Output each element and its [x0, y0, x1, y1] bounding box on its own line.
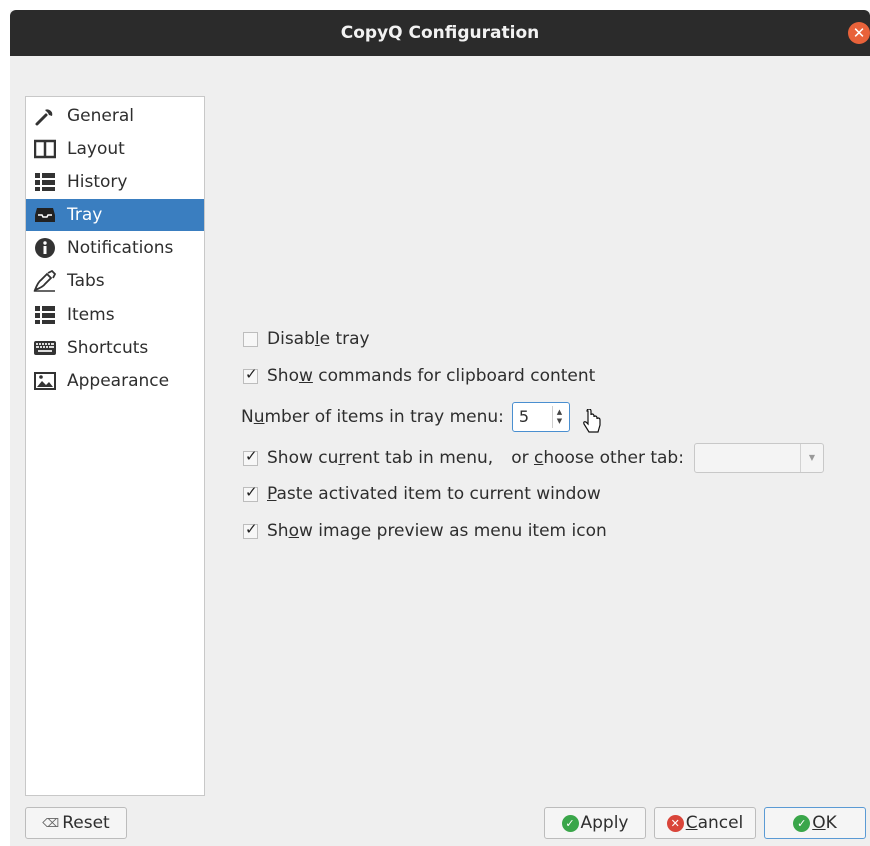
disable-tray-checkbox[interactable]: [243, 331, 258, 347]
ok-button[interactable]: ✓ OK: [764, 807, 866, 839]
check-icon: ✓: [561, 814, 579, 832]
keyboard-icon: [33, 336, 57, 360]
paste-activated-label: Paste activated item to current window: [267, 484, 601, 504]
window-title: CopyQ Configuration: [340, 23, 540, 43]
check-icon: ✓: [793, 814, 811, 832]
sidebar-item-items[interactable]: Items: [26, 299, 204, 331]
sidebar-item-notifications[interactable]: Notifications: [26, 232, 204, 264]
reset-button[interactable]: ⌫ Reset: [25, 807, 127, 839]
sidebar-item-tray[interactable]: Tray: [26, 199, 204, 231]
picture-icon: [33, 369, 57, 393]
disable-tray-label: Disable tray: [267, 329, 370, 349]
paste-activated-checkbox[interactable]: ✓: [243, 483, 258, 502]
close-icon[interactable]: ✕: [848, 22, 870, 44]
num-items-label: Number of items in tray menu:: [241, 407, 504, 427]
sidebar-item-appearance[interactable]: Appearance: [26, 365, 204, 397]
cancel-button[interactable]: ✕ Cancel: [654, 807, 756, 839]
layout-icon: [33, 137, 57, 161]
num-items-spinbox[interactable]: 5 ▲ ▼: [511, 402, 570, 432]
title-bar[interactable]: CopyQ Configuration ✕: [10, 10, 870, 56]
other-tab-combobox[interactable]: ▼: [693, 443, 824, 473]
sidebar-item-general[interactable]: General: [26, 100, 204, 132]
show-commands-option[interactable]: ✓ Show commands for clipboard content: [243, 362, 595, 390]
cancel-label: Cancel: [685, 813, 744, 833]
num-items-value: 5: [518, 407, 530, 426]
reset-label: Reset: [62, 813, 110, 833]
sidebar-item-shortcuts[interactable]: Shortcuts: [26, 332, 204, 364]
sidebar-item-label: Notifications: [67, 238, 174, 258]
sidebar-item-label: Layout: [67, 139, 125, 159]
disable-tray-option[interactable]: Disable tray: [243, 325, 370, 353]
sidebar-item-layout[interactable]: Layout: [26, 133, 204, 165]
sidebar-item-label: History: [67, 172, 128, 192]
show-current-tab-option[interactable]: ✓ Show current tab in menu, or choose ot…: [243, 442, 824, 474]
sidebar-item-label: Shortcuts: [67, 338, 149, 358]
show-image-preview-checkbox[interactable]: ✓: [243, 520, 258, 539]
show-current-tab-label: Show current tab in menu,: [267, 448, 494, 468]
show-image-preview-label: Show image preview as menu item icon: [267, 521, 607, 541]
sidebar-item-label: Tabs: [67, 271, 105, 291]
cancel-icon: ✕: [666, 814, 684, 832]
config-window: CopyQ Configuration ✕ General Layout His…: [10, 10, 870, 846]
sidebar-item-history[interactable]: History: [26, 166, 204, 198]
items-icon: [33, 303, 57, 327]
wrench-icon: [33, 104, 57, 128]
sidebar-item-label: Appearance: [67, 371, 170, 391]
history-icon: [33, 170, 57, 194]
reset-icon: ⌫: [42, 816, 60, 830]
info-icon: [33, 236, 57, 260]
apply-label: Apply: [580, 813, 629, 833]
sidebar-item-label: Tray: [67, 205, 103, 225]
num-items-option: Number of items in tray menu: 5 ▲ ▼: [241, 401, 602, 433]
tray-icon: [33, 203, 57, 227]
paste-activated-option[interactable]: ✓ Paste activated item to current window: [243, 480, 601, 508]
show-commands-checkbox[interactable]: ✓: [243, 365, 258, 384]
sidebar-item-label: General: [67, 106, 134, 126]
ok-label: OK: [812, 813, 837, 833]
chevron-down-icon[interactable]: ▼: [799, 444, 823, 472]
choose-other-tab-label: or choose other tab:: [511, 448, 684, 468]
spin-arrows-icon[interactable]: ▲ ▼: [551, 406, 566, 428]
tabs-icon: [33, 269, 57, 293]
hand-pointer-icon: [582, 407, 602, 440]
sidebar-item-tabs[interactable]: Tabs: [26, 265, 204, 297]
sidebar-item-label: Items: [67, 305, 115, 325]
show-current-tab-checkbox[interactable]: ✓: [243, 447, 258, 466]
settings-sidebar: General Layout History Tray Notification…: [25, 96, 205, 796]
show-commands-label: Show commands for clipboard content: [267, 366, 596, 386]
show-image-preview-option[interactable]: ✓ Show image preview as menu item icon: [243, 517, 607, 545]
apply-button[interactable]: ✓ Apply: [544, 807, 646, 839]
